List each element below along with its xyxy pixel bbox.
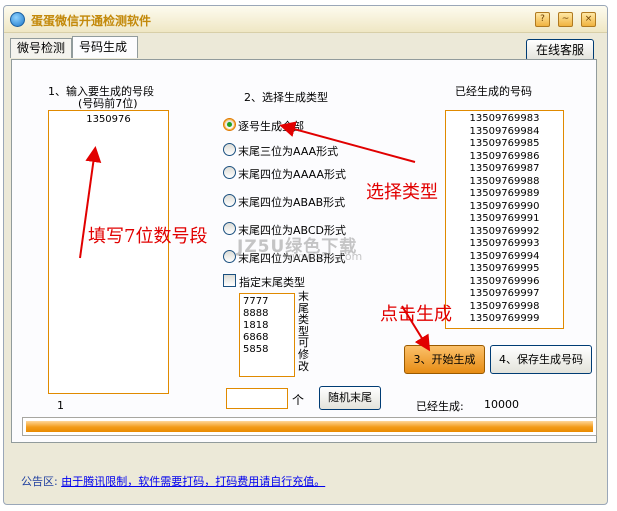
annotation-type: 选择类型	[366, 182, 438, 203]
tab-number-generate[interactable]: 号码生成	[72, 36, 138, 58]
annotation-arrows	[79, 121, 431, 352]
arrow-to-type	[279, 121, 416, 163]
annotation-click: 点击生成	[380, 304, 452, 325]
annotation-fill: 填写7位数号段	[88, 226, 208, 247]
